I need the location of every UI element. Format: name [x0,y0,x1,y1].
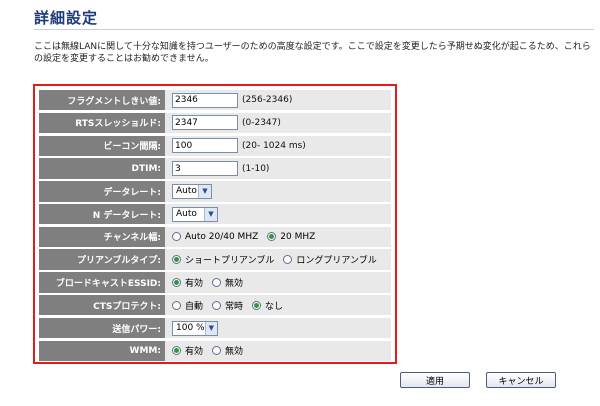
preamble-option-long[interactable]: ロングプリアンブル [283,253,377,266]
title-divider [34,29,594,30]
preamble-option-short[interactable]: ショートプリアンブル [172,253,274,266]
radio-button-selected[interactable] [252,300,262,310]
preamble-type-row: プリアンブルタイプ: ショートプリアンブル ロングプリアンブル [39,249,391,270]
rts-threshold-row: RTSスレッショルド: (0-2347) [39,112,391,134]
rts-threshold-input[interactable] [172,115,238,131]
dtim-hint: (1-10) [242,163,270,174]
channel-width-option-20[interactable]: 20 MHZ [267,232,315,242]
cts-option-always[interactable]: 常時 [212,299,243,312]
n-data-rate-select[interactable]: Auto ▼ [172,206,218,222]
apply-button[interactable]: 適用 [400,372,470,388]
fragment-threshold-input[interactable] [172,92,238,108]
preamble-type-label: プリアンブルタイプ: [39,249,165,270]
cancel-button[interactable]: キャンセル [486,372,556,388]
chevron-down-icon: ▼ [198,184,211,198]
radio-button[interactable] [172,232,181,242]
data-rate-select[interactable]: Auto ▼ [172,183,212,199]
radio-button[interactable] [212,346,222,356]
page-title: 詳細設定 [34,9,99,27]
channel-width-option-auto[interactable]: Auto 20/40 MHZ [172,232,258,242]
radio-button[interactable] [172,300,181,310]
radio-button-selected[interactable] [172,277,181,287]
cts-protect-row: CTSプロテクト: 自動 常時 なし [39,295,391,316]
rts-threshold-hint: (0-2347) [242,117,281,128]
fragment-threshold-label: フラグメントしきい値: [39,90,165,111]
radio-button[interactable] [212,300,222,310]
chevron-down-icon: ▼ [204,321,217,335]
radio-button[interactable] [283,255,293,265]
dtim-label: DTIM: [39,158,165,179]
wmm-label: WMM: [39,340,165,361]
broadcast-essid-label: ブロードキャストESSID: [39,272,165,293]
data-rate-label: データレート: [39,181,165,202]
radio-button-selected[interactable] [172,255,181,265]
radio-button[interactable] [212,277,222,287]
dtim-input[interactable] [172,161,238,177]
beacon-interval-input[interactable] [172,138,238,154]
n-data-rate-value: Auto [176,209,197,220]
broadcast-essid-row: ブロードキャストESSID: 有効 無効 [39,272,391,293]
tx-power-label: 送信パワー: [39,317,165,339]
wmm-row: WMM: 有効 無効 [39,340,391,361]
tx-power-row: 送信パワー: 100 % ▼ [39,317,391,339]
fragment-threshold-row: フラグメントしきい値: (256-2346) [39,90,391,111]
beacon-interval-row: ビーコン間隔: (20- 1024 ms) [39,135,391,156]
broadcast-option-enable[interactable]: 有効 [172,276,203,289]
tx-power-select[interactable]: 100 % ▼ [172,320,218,336]
rts-threshold-label: RTSスレッショルド: [39,112,165,134]
channel-width-row: チャンネル幅: Auto 20/40 MHZ 20 MHZ [39,226,391,248]
cts-protect-label: CTSプロテクト: [39,295,165,316]
cts-option-none[interactable]: なし [252,299,283,312]
cts-option-auto[interactable]: 自動 [172,299,203,312]
radio-button-selected[interactable] [172,346,181,356]
wmm-option-disable[interactable]: 無効 [212,344,243,357]
broadcast-option-disable[interactable]: 無効 [212,276,243,289]
data-rate-row: データレート: Auto ▼ [39,181,391,202]
dtim-row: DTIM: (1-10) [39,158,391,179]
settings-panel: フラグメントしきい値: (256-2346) RTSスレッショルド: (0-23… [33,84,397,364]
wmm-option-enable[interactable]: 有効 [172,344,203,357]
fragment-threshold-hint: (256-2346) [242,95,293,106]
n-data-rate-label: N データレート: [39,203,165,225]
channel-width-label: チャンネル幅: [39,226,165,248]
page-description: ここは無線LANに関して十分な知識を持つユーザーのための高度な設定です。ここで設… [34,42,591,64]
radio-button-selected[interactable] [267,232,277,242]
beacon-interval-hint: (20- 1024 ms) [242,140,306,151]
tx-power-value: 100 % [176,323,205,333]
settings-table: フラグメントしきい値: (256-2346) RTSスレッショルド: (0-23… [39,90,391,363]
n-data-rate-row: N データレート: Auto ▼ [39,203,391,225]
data-rate-value: Auto [176,186,197,197]
beacon-interval-label: ビーコン間隔: [39,135,165,156]
chevron-down-icon: ▼ [204,207,217,221]
